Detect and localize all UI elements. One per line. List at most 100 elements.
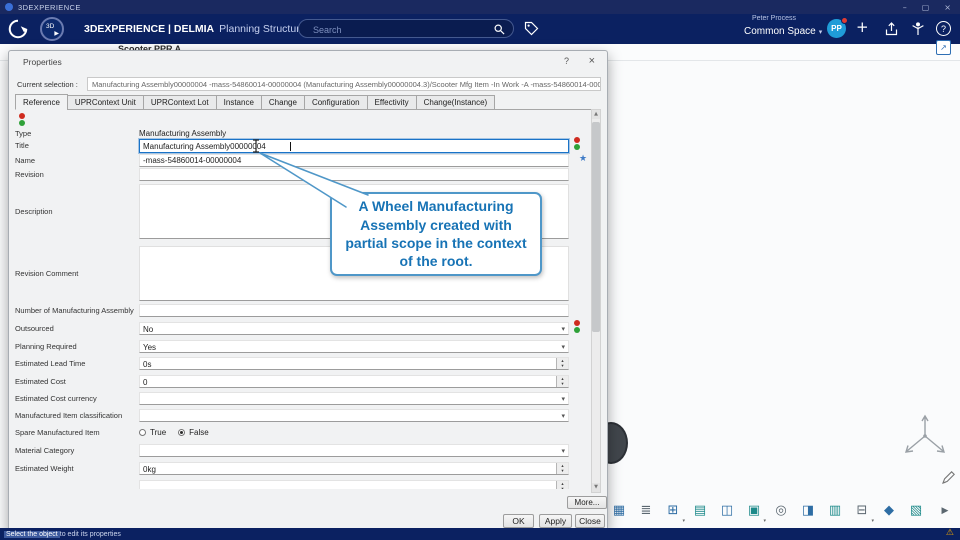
collaboration-icon[interactable] (910, 21, 926, 37)
toolbar-display-mode-button[interactable]: ▣▾ (743, 501, 765, 521)
compass-logo-icon[interactable] (7, 18, 29, 40)
scrollbar-thumb[interactable] (592, 122, 600, 332)
spinner-arrows-icon[interactable]: ▴▾ (556, 463, 568, 474)
share-icon[interactable] (884, 22, 899, 36)
chevron-down-icon[interactable]: ▾ (561, 325, 565, 333)
toolbar-panels-button[interactable]: ◫ (716, 501, 738, 521)
avatar-initials: PP (831, 24, 842, 33)
radio-true[interactable] (139, 429, 146, 436)
apply-button[interactable]: Apply (539, 514, 572, 528)
description-label: Description (15, 207, 53, 216)
outsourced-status-icon (574, 320, 580, 333)
toolbar-overflow-button[interactable]: ▶ (934, 501, 956, 521)
add-content-button[interactable]: + (856, 18, 869, 36)
number-of-ma-field[interactable] (139, 304, 569, 317)
current-selection-label: Current selection : (17, 80, 78, 89)
revision-label: Revision (15, 170, 44, 179)
material-category-select[interactable]: ▾ (139, 444, 569, 457)
type-value: Manufacturing Assembly (139, 129, 226, 138)
chevron-down-icon[interactable]: ▾ (561, 447, 565, 455)
estimated-lead-time-spinner[interactable]: 0s ▴▾ (139, 357, 569, 370)
more-button[interactable]: More... (567, 496, 607, 509)
play-icon: ▶ (54, 30, 59, 37)
spare-manufactured-item-label: Spare Manufactured Item (15, 428, 100, 437)
spinner-arrows-icon[interactable]: ▴▾ (556, 376, 568, 387)
spinner-arrows-icon[interactable]: ▴▾ (556, 358, 568, 369)
search-input[interactable] (311, 21, 480, 38)
estimated-cost-spinner[interactable]: 0 ▴▾ (139, 375, 569, 388)
favorite-star-icon[interactable]: ★ (579, 155, 587, 164)
toolbar-highlight-button[interactable]: ◆ (878, 501, 900, 521)
estimated-weight-spinner[interactable]: 0kg ▴▾ (139, 462, 569, 475)
toolbar-split-view-button[interactable]: ◨ (797, 501, 819, 521)
type-label: Type (15, 129, 31, 138)
toolbar-list-view-button[interactable]: ≣ (635, 501, 657, 521)
number-of-ma-input[interactable] (140, 305, 568, 316)
spinner-arrows-icon[interactable]: ▴▾ (556, 481, 568, 489)
revision-field[interactable] (139, 168, 569, 181)
tab-uprcontext-lot[interactable]: UPRContext Lot (143, 95, 217, 110)
user-name: Peter Process (752, 15, 796, 22)
title-input[interactable] (140, 140, 568, 152)
chevron-down-icon[interactable]: ▾ (561, 343, 565, 351)
tab-reference[interactable]: Reference (15, 94, 68, 110)
estimated-cost-currency-select[interactable]: ▾ (139, 392, 569, 405)
planning-required-select[interactable]: Yes ▾ (139, 340, 569, 353)
scroll-up-icon[interactable]: ▲ (592, 110, 600, 119)
app-name: Planning Structure (219, 23, 305, 35)
revision-input[interactable] (140, 169, 568, 180)
tab-change-instance[interactable]: Change(Instance) (416, 95, 496, 110)
minimize-button[interactable]: – (903, 3, 907, 12)
scroll-down-icon[interactable]: ▼ (592, 483, 600, 492)
maximize-button[interactable]: ▢ (922, 3, 930, 12)
manufactured-item-classification-select[interactable]: ▾ (139, 409, 569, 422)
toolbar-layout-button[interactable]: ▤ (689, 501, 711, 521)
close-dialog-button[interactable]: Close (575, 514, 605, 528)
toolbar-new-window-button[interactable]: ⊞▾ (662, 501, 684, 521)
tab-change[interactable]: Change (261, 95, 305, 110)
ok-button[interactable]: OK (503, 514, 534, 528)
annotation-callout: A Wheel Manufacturing Assembly created w… (330, 192, 542, 276)
partial-field[interactable]: ▴▾ (139, 480, 569, 489)
tag-icon[interactable] (524, 21, 539, 36)
title-field[interactable] (139, 139, 569, 153)
estimated-lead-time-label: Estimated Lead Time (15, 359, 85, 368)
material-category-label: Material Category (15, 446, 74, 455)
toolbar-collapse-button[interactable]: ⊟▾ (851, 501, 873, 521)
stylus-icon[interactable] (941, 470, 956, 485)
properties-dialog: Properties ? × Current selection : Manuf… (8, 50, 608, 532)
tab-configuration[interactable]: Configuration (304, 95, 368, 110)
help-icon[interactable]: ? (936, 21, 951, 36)
outsourced-select[interactable]: No ▾ (139, 322, 569, 335)
tab-effectivity[interactable]: Effectivity (367, 95, 417, 110)
search-bar[interactable] (298, 19, 514, 38)
close-button[interactable]: × (944, 3, 951, 12)
avatar[interactable]: PP (827, 19, 846, 38)
toolbar-shading-button[interactable]: ▧ (905, 501, 927, 521)
toolbar-settings-button[interactable]: ◎ (770, 501, 792, 521)
radio-false[interactable] (178, 429, 185, 436)
toolbar-table-view-button[interactable]: ▥ (824, 501, 846, 521)
chevron-down-icon[interactable]: ▾ (561, 395, 565, 403)
estimated-cost-value: 0 (143, 377, 147, 388)
warning-icon[interactable]: ⚠ (946, 528, 954, 538)
media-compass-badge[interactable]: 3D ▶ (40, 17, 64, 41)
3d-compass-triad-icon[interactable] (898, 412, 952, 462)
search-icon[interactable] (494, 24, 505, 35)
space-selector[interactable]: Common Space▾ (744, 26, 822, 37)
dialog-help-icon[interactable]: ? (564, 56, 569, 66)
app-header: 3D ▶ 3DEXPERIENCE | DELMIA Planning Struc… (0, 14, 960, 44)
name-field[interactable] (139, 154, 569, 167)
number-of-ma-label: Number of Manufacturing Assembly (15, 306, 134, 315)
brand-name: 3DEXPERIENCE | DELMIA (84, 23, 214, 35)
dialog-close-icon[interactable]: × (589, 55, 595, 67)
chevron-down-icon[interactable]: ▾ (561, 412, 565, 420)
spare-manufactured-item-radio-group: True False (139, 426, 217, 439)
toolbar-structure-tree-button[interactable]: ▦ (608, 501, 630, 521)
tab-uprcontext-unit[interactable]: UPRContext Unit (67, 95, 144, 110)
dialog-scrollbar[interactable]: ▲ ▼ (591, 109, 601, 493)
badge-3d-label: 3D (46, 23, 54, 30)
expand-panel-icon[interactable]: ↗ (936, 40, 951, 55)
name-input[interactable] (140, 155, 568, 166)
tab-instance[interactable]: Instance (216, 95, 262, 110)
